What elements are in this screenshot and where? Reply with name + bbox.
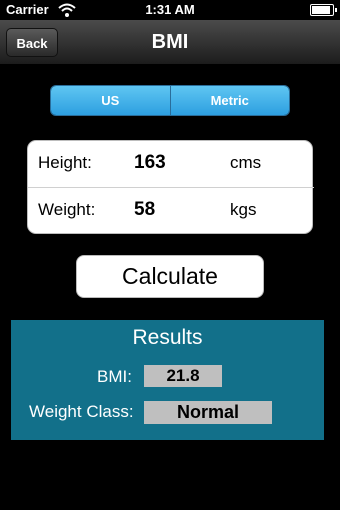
navigation-bar: Back BMI: [0, 20, 340, 65]
bmi-label: BMI:: [97, 367, 132, 386]
height-row[interactable]: Height: 163 cms: [28, 141, 314, 187]
height-label: Height:: [38, 153, 92, 172]
segment-us[interactable]: US: [51, 86, 170, 115]
results-panel: Results BMI: 21.8 Weight Class: Normal: [11, 320, 324, 440]
status-time: 1:31 AM: [145, 2, 195, 17]
page-title: BMI: [151, 31, 189, 53]
weight-class-label: Weight Class:: [29, 402, 134, 421]
battery-icon: [310, 4, 337, 16]
weight-unit: kgs: [230, 200, 257, 219]
calculate-button[interactable]: Calculate: [76, 255, 264, 298]
unit-segmented-control[interactable]: US Metric: [50, 85, 290, 116]
results-title: Results: [132, 326, 203, 349]
weight-row[interactable]: Weight: 58 kgs: [28, 187, 314, 234]
height-unit: cms: [230, 153, 262, 172]
weight-label: Weight:: [38, 200, 96, 219]
segment-metric[interactable]: Metric: [169, 86, 289, 115]
measurements-card: Height: 163 cms Weight: 58 kgs: [27, 140, 314, 234]
height-field[interactable]: 163: [134, 152, 166, 174]
bmi-value: 21.8: [144, 365, 222, 387]
status-bar: Carrier 1:31 AM: [0, 0, 340, 20]
weight-class-value: Normal: [144, 401, 272, 424]
weight-field[interactable]: 58: [134, 199, 155, 221]
